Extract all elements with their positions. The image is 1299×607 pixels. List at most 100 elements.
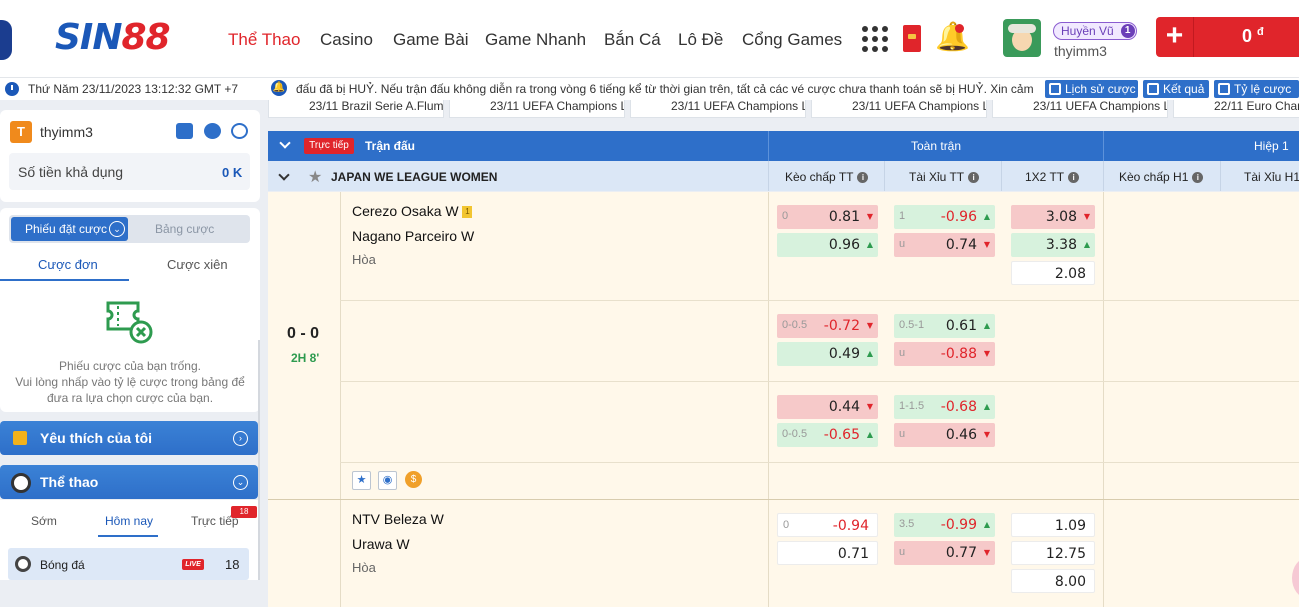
eye-icon[interactable]: ◉: [378, 471, 397, 490]
match-tab[interactable]: 23/11 UEFA Champions League: [811, 100, 987, 118]
match-tab[interactable]: 23/11 Brazil Serie A.Fluminense: [268, 100, 444, 118]
grid-icon[interactable]: [862, 26, 888, 52]
away-team: Nagano Parceiro W: [352, 228, 475, 244]
info-icon: i: [1068, 172, 1080, 184]
envelope-icon[interactable]: [903, 25, 921, 52]
scrollbar[interactable]: [258, 340, 260, 580]
yellow-card-badge: 1: [462, 206, 473, 219]
tab-underline: [98, 535, 158, 537]
odds-cell[interactable]: 0.49 ▲: [777, 342, 878, 366]
arrow-up-icon: ▲: [983, 321, 990, 330]
handicap-line: 0-0.5: [782, 428, 808, 440]
chevron-down-icon: [279, 137, 291, 149]
odds-cell[interactable]: 1-1.5 -0.68 ▲: [894, 395, 995, 419]
results-button[interactable]: Kết quả: [1143, 80, 1209, 98]
panel-username: thyimm3: [40, 124, 93, 140]
favorites-bar[interactable]: Yêu thích của tôi ›: [0, 421, 258, 455]
odds-cell[interactable]: 3.5 -0.99 ▲: [894, 513, 995, 537]
odds-value: 0.71: [837, 546, 869, 562]
nav-casino[interactable]: Casino: [320, 30, 373, 50]
odds-value: 0.74: [945, 237, 977, 253]
single-bet-tab[interactable]: Cược đơn: [38, 257, 98, 272]
divider: [268, 499, 1299, 500]
bell-icon[interactable]: 🔔: [935, 22, 970, 52]
plus-icon[interactable]: +: [1156, 17, 1194, 57]
odds-cell[interactable]: 0.96 ▲: [777, 233, 878, 257]
odds-cell[interactable]: 0 0.81 ▼: [777, 205, 878, 229]
odds-cell[interactable]: 1.09: [1011, 513, 1095, 537]
odds-cell[interactable]: u -0.88 ▼: [894, 342, 995, 366]
chat-icon[interactable]: [204, 123, 221, 139]
handicap-line: 0: [783, 519, 790, 531]
half-header: Hiệp 1: [1254, 139, 1289, 153]
odds-cell[interactable]: 1 -0.96 ▲: [894, 205, 995, 229]
odds-value: 8.00: [1054, 574, 1086, 590]
fulltime-header: Toàn trận: [911, 139, 962, 153]
sports-bar[interactable]: Thể thao ⌄: [0, 465, 258, 499]
odds-cell[interactable]: 3.38 ▲: [1011, 233, 1095, 257]
balance-amount: 0 đ: [1242, 26, 1264, 46]
odds-cell[interactable]: 12.75: [1011, 541, 1095, 565]
odds-cell[interactable]: u 0.46 ▼: [894, 423, 995, 447]
odds-cell[interactable]: 3.08 ▼: [1011, 205, 1095, 229]
datetime: Thứ Năm 23/11/2023 13:12:32 GMT +7: [28, 82, 239, 96]
info-icon: i: [857, 172, 869, 184]
odds-cell[interactable]: 8.00: [1011, 569, 1095, 593]
clock-icon: [5, 82, 19, 96]
parlay-bet-tab[interactable]: Cược xiên: [167, 257, 228, 272]
match-tab[interactable]: 22/11 Euro Championship: [1173, 100, 1299, 118]
handicap-line: 1-1.5: [899, 400, 925, 412]
odds-cell[interactable]: 0.71: [777, 541, 878, 565]
bet-table-tab[interactable]: Bảng cược: [155, 222, 214, 236]
divider: [768, 192, 769, 607]
odds-cell[interactable]: 0.5-1 0.61 ▲: [894, 314, 995, 338]
username: thyimm3: [1054, 43, 1107, 59]
logo[interactable]: SIN88: [55, 18, 171, 58]
divider: [340, 381, 1299, 382]
odds-cell[interactable]: 0.44 ▼: [777, 395, 878, 419]
odds-value: 0.61: [945, 318, 977, 334]
odds-value: -0.99: [940, 517, 977, 533]
odds-cell[interactable]: 0-0.5 -0.65 ▲: [777, 423, 878, 447]
early-tab[interactable]: Sớm: [31, 514, 57, 528]
match-score: 0 - 0: [287, 325, 320, 342]
avatar[interactable]: [1003, 19, 1041, 57]
deposit-balance-button[interactable]: +0 đ: [1156, 17, 1299, 57]
book-icon[interactable]: [176, 123, 193, 139]
match-tab[interactable]: 23/11 UEFA Champions League: [449, 100, 625, 118]
match-tab[interactable]: 23/11 UEFA Champions League: [992, 100, 1168, 118]
nav-card-games[interactable]: Game Bài: [393, 30, 469, 50]
odds-cell[interactable]: u 0.74 ▼: [894, 233, 995, 257]
divider: [340, 300, 1299, 301]
nav-sports[interactable]: Thể Thao: [228, 30, 300, 50]
stats-icon[interactable]: $: [405, 471, 422, 488]
bet-slip-tab[interactable]: Phiếu đặt cược ⌄: [11, 217, 128, 241]
odds-value: 2.08: [1054, 266, 1086, 282]
arrow-down-icon: ▼: [1083, 212, 1090, 221]
divider: [340, 462, 1299, 463]
odds-value: 3.08: [1045, 209, 1077, 225]
home-team: NTV Beleza W: [352, 511, 444, 527]
today-tab[interactable]: Hôm nay: [105, 514, 153, 528]
nav-lottery[interactable]: Lô Đề: [678, 30, 723, 50]
results-icon: [1147, 83, 1159, 95]
match-tab[interactable]: 23/11 UEFA Champions League: [630, 100, 806, 118]
odds-button[interactable]: Tỷ lệ cược: [1214, 80, 1299, 98]
star-icon[interactable]: ★: [352, 471, 371, 490]
odds-cell[interactable]: u 0.77 ▼: [894, 541, 995, 565]
bet-history-button[interactable]: Lịch sử cược: [1045, 80, 1138, 98]
live-pill[interactable]: Trực tiếp: [304, 138, 354, 154]
match-tabs: 23/11 Brazil Serie A.Fluminense 23/11 UE…: [268, 100, 1299, 120]
odds-cell[interactable]: 0 -0.94: [777, 513, 878, 537]
refresh-icon[interactable]: [231, 123, 248, 139]
football-count: 18: [225, 557, 240, 572]
odds-cell[interactable]: 2.08: [1011, 261, 1095, 285]
nav-quick-games[interactable]: Game Nhanh: [485, 30, 586, 50]
available-value: 0 K: [222, 165, 243, 180]
odds-cell[interactable]: 0-0.5 -0.72 ▼: [777, 314, 878, 338]
col-1x2: 1X2 TT i: [1025, 170, 1080, 184]
odds-value: -0.88: [940, 346, 977, 362]
nav-fishing[interactable]: Bắn Cá: [604, 30, 661, 50]
league-name: JAPAN WE LEAGUE WOMEN: [331, 170, 498, 184]
nav-game-portal[interactable]: Cổng Games: [742, 30, 842, 50]
